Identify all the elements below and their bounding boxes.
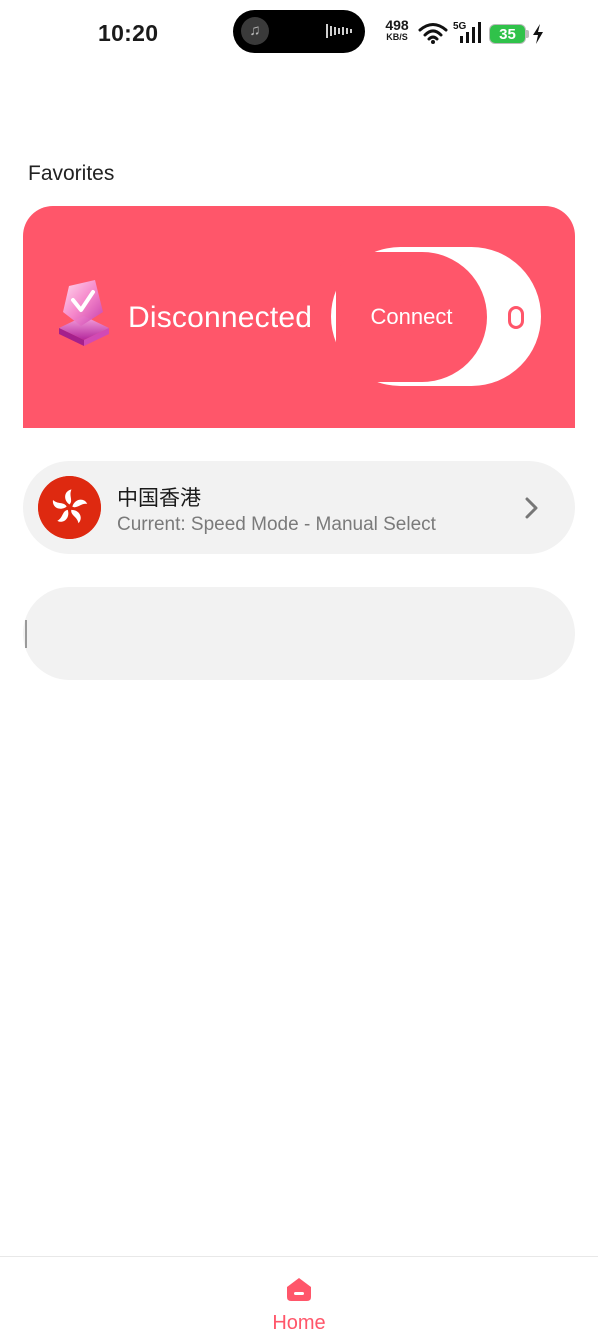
server-selector[interactable]: 中国香港 Current: Speed Mode - Manual Select bbox=[23, 461, 575, 554]
connection-card: Disconnected Connect bbox=[23, 206, 575, 428]
server-mode: Current: Speed Mode - Manual Select bbox=[117, 514, 436, 535]
music-note-icon: ♫ bbox=[241, 17, 269, 45]
tab-home[interactable]: Home bbox=[259, 1271, 339, 1335]
wifi-icon bbox=[418, 23, 448, 44]
battery-level: 35 bbox=[499, 26, 516, 43]
server-name: 中国香港 bbox=[117, 487, 201, 510]
status-bar: 10:20 ♫ 498 KB/S 5G 35 bbox=[0, 0, 598, 66]
network-speed-value: 498 bbox=[385, 17, 409, 33]
favorites-title: Favorites bbox=[28, 162, 115, 185]
chevron-right-icon bbox=[525, 497, 538, 519]
empty-panel bbox=[23, 587, 575, 680]
battery-cap bbox=[526, 30, 529, 38]
battery-icon: 35 bbox=[489, 24, 526, 44]
hong-kong-flag-icon bbox=[38, 476, 101, 539]
home-icon bbox=[287, 1278, 311, 1301]
panel-edge-marker bbox=[25, 620, 27, 648]
network-type-label: 5G bbox=[453, 21, 467, 32]
connect-button[interactable]: Connect bbox=[336, 252, 487, 382]
home-label: Home bbox=[272, 1312, 326, 1334]
charging-bolt-icon bbox=[533, 24, 543, 44]
dynamic-island[interactable]: ♫ bbox=[233, 10, 365, 53]
gem-icon bbox=[59, 280, 109, 346]
audio-wave-icon bbox=[326, 24, 352, 38]
network-speed-unit: KB/S bbox=[386, 32, 408, 42]
status-time: 10:20 bbox=[98, 20, 159, 46]
cellular-signal-icon: 5G bbox=[453, 21, 481, 43]
bottom-navigation: Home bbox=[0, 1256, 598, 1337]
connection-status: Disconnected bbox=[128, 301, 313, 334]
toggle-off-indicator bbox=[508, 306, 524, 329]
network-speed: 498 KB/S bbox=[382, 17, 412, 43]
